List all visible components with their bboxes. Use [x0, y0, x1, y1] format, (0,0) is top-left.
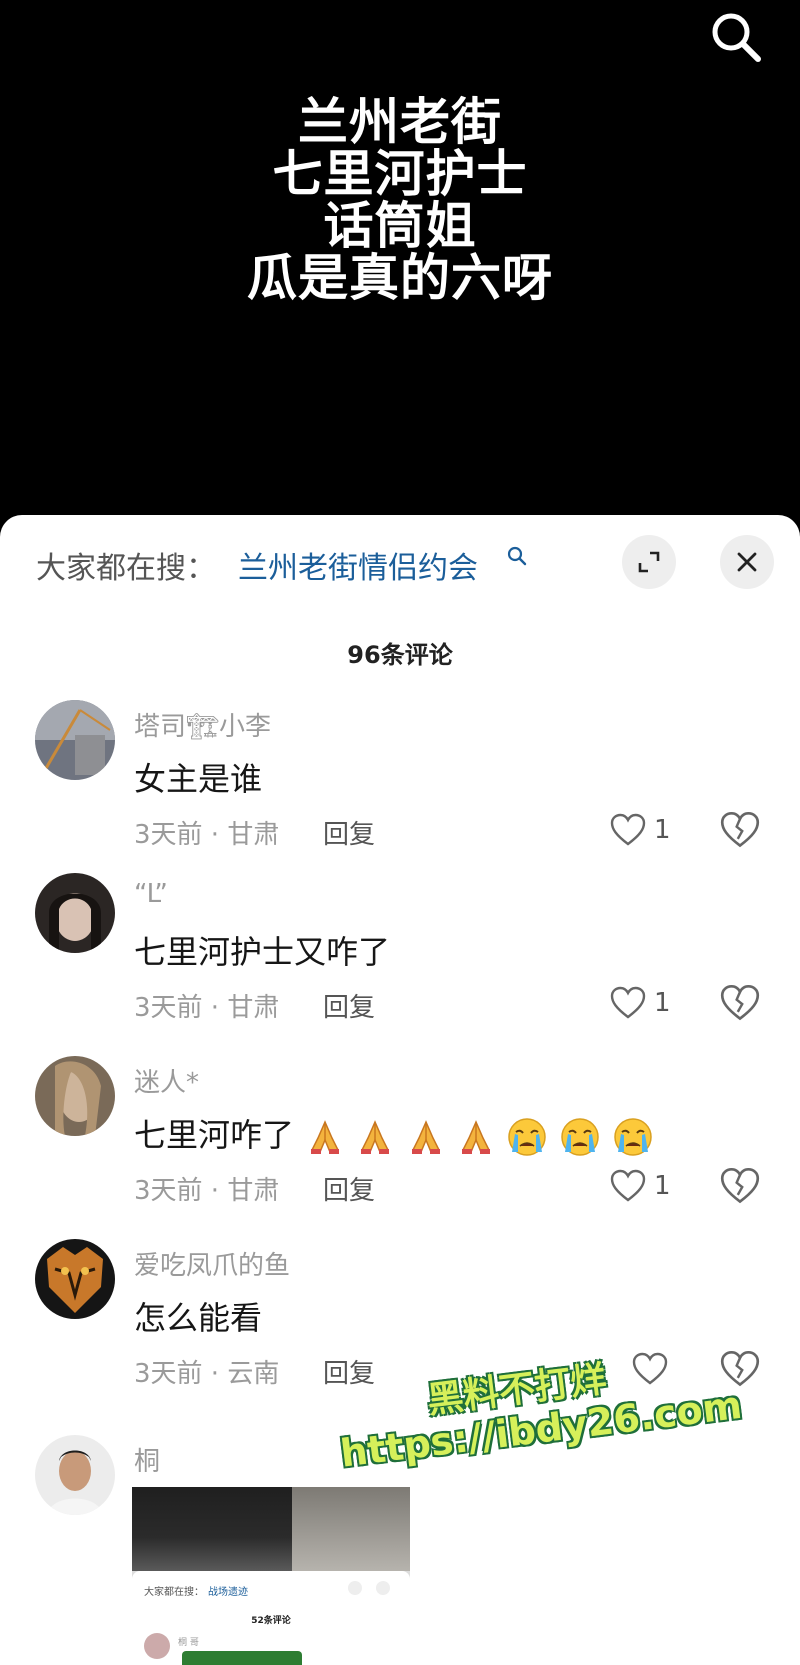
- comment-item: 塔司🏗小李 女主是谁 3天前 · 甘肃 回复 1: [0, 700, 800, 880]
- comment-username[interactable]: 迷人*: [134, 1062, 199, 1099]
- caption-line: 七里河护士: [272, 145, 528, 203]
- caption-line: 瓜是真的六呀: [247, 249, 553, 307]
- heart-icon: [610, 1169, 646, 1202]
- comment-text: 女主是谁: [134, 760, 263, 798]
- reply-button[interactable]: 回复: [323, 1353, 375, 1390]
- comment-username[interactable]: 桐: [134, 1441, 160, 1478]
- avatar-image: [35, 1056, 115, 1136]
- trending-search-bar: 大家都在搜： 兰州老街情侣约会: [0, 515, 800, 607]
- like-button[interactable]: [632, 1349, 676, 1389]
- search-icon: [712, 13, 761, 62]
- trending-search-term[interactable]: 兰州老街情侣约会: [238, 543, 478, 587]
- caption-line: 兰州老街: [298, 93, 502, 151]
- pray-emoji-icon: [311, 1120, 340, 1154]
- reply-button[interactable]: 回复: [323, 1170, 375, 1207]
- attachment-green-block: [182, 1651, 302, 1665]
- broken-heart-icon: [720, 1350, 760, 1387]
- avatar[interactable]: [35, 700, 115, 780]
- avatar[interactable]: [35, 1239, 115, 1319]
- comment-image-attachment[interactable]: 大家都在搜： 战场遗迹 52条评论 桐 哥: [132, 1487, 410, 1665]
- heart-icon: [610, 986, 646, 1019]
- broken-heart-icon: [720, 1167, 760, 1204]
- attachment-username: 桐 哥: [178, 1638, 199, 1648]
- close-button[interactable]: [720, 535, 774, 589]
- comment-text-content: 七里河咋了: [134, 1116, 295, 1154]
- avatar-image: [35, 1239, 115, 1319]
- attachment-comment-sheet: 大家都在搜： 战场遗迹 52条评论 桐 哥: [132, 1571, 410, 1665]
- like-button[interactable]: 1: [610, 1166, 671, 1206]
- heart-icon: [610, 813, 646, 846]
- comment-meta: 3天前 · 云南: [134, 1359, 280, 1389]
- like-button[interactable]: 1: [610, 810, 671, 850]
- broken-heart-icon: [720, 984, 760, 1021]
- attachment-avatar: [144, 1633, 170, 1659]
- trending-prefix: 大家都在搜：: [36, 551, 216, 586]
- like-button[interactable]: 1: [610, 983, 671, 1023]
- expand-icon: [638, 551, 660, 573]
- attachment-trending-term: 战场遗迹: [208, 1587, 248, 1598]
- comment-meta: 3天前 · 甘肃: [134, 820, 280, 850]
- comment-username[interactable]: 塔司🏗小李: [134, 706, 271, 743]
- attachment-scene-street: [292, 1487, 410, 1571]
- search-small-icon: [507, 546, 527, 566]
- avatar-image: [35, 873, 115, 953]
- broken-heart-icon: [720, 811, 760, 848]
- crying-face-emoji-icon: [508, 1118, 546, 1156]
- comment-username[interactable]: 爱吃凤爪的鱼: [134, 1245, 290, 1282]
- crying-face-emoji-icon: [561, 1118, 599, 1156]
- reply-button[interactable]: 回复: [323, 814, 375, 851]
- attachment-close-icon: [376, 1581, 390, 1595]
- like-count: 1: [654, 815, 671, 845]
- dislike-button[interactable]: [720, 1166, 760, 1206]
- comment-item: “L” 七里河护士又咋了 3天前 · 甘肃 回复 1: [0, 873, 800, 1053]
- pray-emoji-icon: [461, 1120, 490, 1154]
- comment-meta: 3天前 · 甘肃: [134, 993, 280, 1023]
- attachment-trending-prefix: 大家都在搜：: [144, 1587, 204, 1598]
- video-caption: 兰州老街 七里河护士 话筒姐 瓜是真的六呀: [0, 96, 800, 304]
- dislike-button[interactable]: [720, 1349, 760, 1389]
- close-icon: [737, 552, 757, 572]
- comment-meta: 3天前 · 甘肃: [134, 1176, 280, 1206]
- avatar-image: [35, 1435, 115, 1515]
- search-button[interactable]: [706, 8, 766, 68]
- avatar[interactable]: [35, 1435, 115, 1515]
- comment-username[interactable]: “L”: [134, 879, 168, 909]
- crying-face-emoji-icon: [614, 1118, 652, 1156]
- comment-text: 七里河护士又咋了: [134, 933, 391, 971]
- like-count: 1: [654, 988, 671, 1018]
- avatar[interactable]: [35, 873, 115, 953]
- heart-icon: [632, 1352, 668, 1385]
- dislike-button[interactable]: [720, 810, 760, 850]
- avatar-image: [35, 700, 115, 780]
- avatar[interactable]: [35, 1056, 115, 1136]
- video-area[interactable]: 兰州老街 七里河护士 话筒姐 瓜是真的六呀: [0, 0, 800, 530]
- comment-count: 96条评论: [347, 641, 453, 669]
- caption-line: 话筒姐: [323, 197, 477, 255]
- comment-text: 七里河咋了: [134, 1110, 654, 1158]
- expand-button[interactable]: [622, 535, 676, 589]
- pray-emoji-icon: [361, 1120, 390, 1154]
- comment-text: 怎么能看: [134, 1299, 263, 1337]
- pray-emoji-icon: [411, 1120, 440, 1154]
- like-count: 1: [654, 1171, 671, 1201]
- comment-item: 迷人* 七里河咋了 3天前 · 甘肃 回复 1: [0, 1056, 800, 1236]
- attachment-comment-count: 52条评论: [251, 1616, 291, 1626]
- reply-button[interactable]: 回复: [323, 987, 375, 1024]
- dislike-button[interactable]: [720, 983, 760, 1023]
- attachment-expand-icon: [348, 1581, 362, 1595]
